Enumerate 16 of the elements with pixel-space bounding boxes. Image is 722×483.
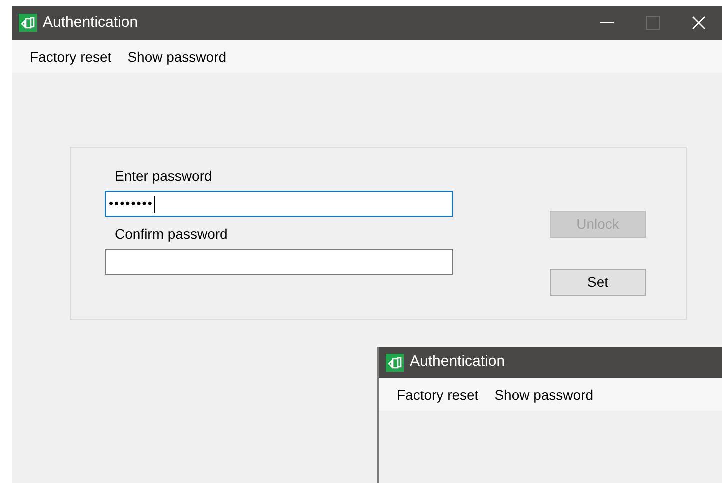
menu-item[interactable]: Factory reset (24, 50, 118, 64)
menu-item[interactable]: Show password (122, 50, 233, 64)
field-label: Enter password (115, 167, 214, 185)
menu-item[interactable]: Show password (488, 388, 600, 402)
set-button[interactable]: Set (550, 269, 646, 296)
app-icon (386, 354, 404, 372)
close-icon (692, 16, 706, 30)
field-label: Confirm password (115, 225, 229, 243)
window-title: Authentication (43, 12, 138, 33)
window-title: Authentication (410, 352, 506, 372)
password-field[interactable] (105, 249, 453, 275)
maximize-icon (646, 16, 660, 30)
app-icon (19, 14, 37, 32)
minimize-icon (600, 22, 614, 24)
password-field[interactable]: •••••••• (105, 191, 453, 217)
menu-item[interactable]: Factory reset (391, 388, 485, 402)
